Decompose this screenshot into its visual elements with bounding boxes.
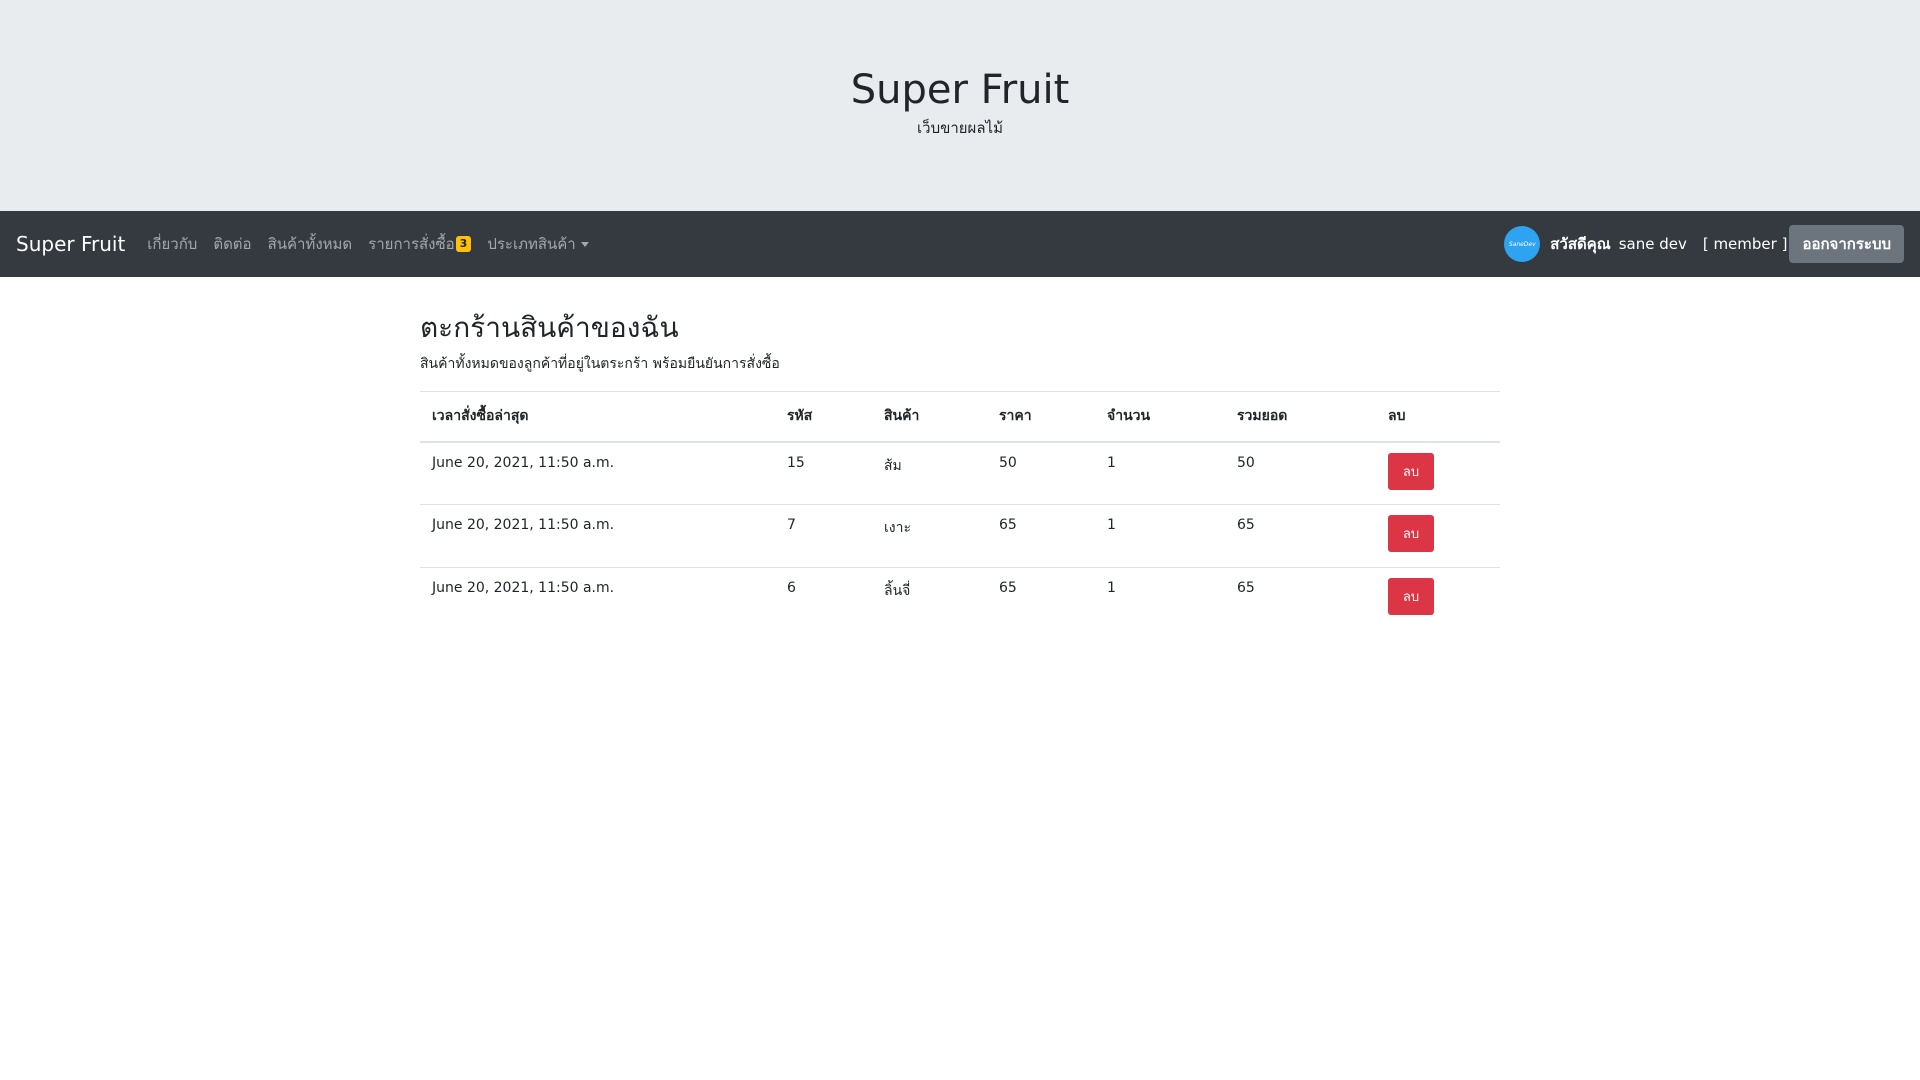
user-name: sane dev — [1618, 235, 1687, 253]
cell-delete: ลบ — [1376, 442, 1500, 505]
column-header-time: เวลาสั่งซื้อล่าสุด — [420, 391, 775, 443]
table-row: June 20, 2021, 11:50 a.m. 15 ส้ม 50 1 50… — [420, 442, 1500, 505]
caret-down-icon — [580, 241, 589, 247]
nav-link-orders-label: รายการสั่งซื้อ — [368, 235, 455, 253]
nav-link-all-products[interactable]: สินค้าทั้งหมด — [268, 232, 353, 256]
cell-total: 65 — [1225, 567, 1376, 631]
cell-time: June 20, 2021, 11:50 a.m. — [420, 504, 775, 568]
nav-dropdown-categories-label: ประเภทสินค้า — [487, 235, 576, 253]
column-header-qty: จำนวน — [1095, 391, 1225, 443]
cell-time: June 20, 2021, 11:50 a.m. — [432, 454, 615, 471]
cell-qty: 1 — [1095, 567, 1225, 631]
avatar[interactable]: SaneDev — [1504, 226, 1541, 262]
cell-delete: ลบ — [1376, 504, 1500, 568]
cell-code: 6 — [775, 567, 872, 631]
cell-product: ส้ม — [884, 457, 902, 474]
nav-link-about[interactable]: เกี่ยวกับ — [147, 232, 197, 256]
cell-code: 7 — [775, 504, 872, 568]
cell-price: 65 — [987, 567, 1095, 631]
site-header: Super Fruit เว็บขายผลไม้ — [0, 0, 1920, 211]
cart-section: ตะกร้านสินค้าของฉัน สินค้าทั้งหมดของลูกค… — [420, 308, 1500, 631]
nav-link-contact[interactable]: ติดต่อ — [213, 232, 251, 256]
column-header-delete: ลบ — [1376, 391, 1500, 443]
column-header-total: รวมยอด — [1225, 391, 1376, 443]
delete-button[interactable]: ลบ — [1388, 515, 1434, 552]
cell-qty: 1 — [1095, 504, 1225, 568]
cell-qty: 1 — [1107, 454, 1116, 471]
navbar-brand[interactable]: Super Fruit — [16, 232, 125, 256]
table-header-row: เวลาสั่งซื้อล่าสุด รหัส สินค้า ราคา จำนว… — [420, 391, 1500, 443]
cell-code: 15 — [787, 454, 805, 471]
cell-product: เงาะ — [872, 504, 987, 568]
page-description: สินค้าทั้งหมดของลูกค้าที่อยู่ในตระกร้า พ… — [420, 356, 780, 372]
navbar: Super Fruit เกี่ยวกับ ติดต่อ สินค้าทั้งห… — [0, 211, 1920, 277]
cell-total: 50 — [1237, 454, 1255, 471]
column-header-product: สินค้า — [872, 391, 987, 443]
nav-dropdown-categories[interactable]: ประเภทสินค้า — [487, 232, 589, 256]
cell-product: ลิ้นจี่ — [872, 567, 987, 631]
nav-link-orders[interactable]: รายการสั่งซื้อ 3 — [368, 232, 472, 256]
page-title: ตะกร้านสินค้าของฉัน — [420, 311, 679, 344]
orders-count-badge: 3 — [455, 236, 472, 252]
cell-price: 50 — [999, 454, 1017, 471]
cell-total: 65 — [1225, 504, 1376, 568]
column-header-price: ราคา — [987, 391, 1095, 443]
cart-table: เวลาสั่งซื้อล่าสุด รหัส สินค้า ราคา จำนว… — [420, 391, 1500, 631]
user-greeting: สวัสดีคุณ — [1550, 235, 1611, 253]
site-title: Super Fruit — [850, 67, 1070, 113]
table-row: June 20, 2021, 11:50 a.m. 6 ลิ้นจี่ 65 1… — [420, 567, 1500, 631]
avatar-text: SaneDev — [1508, 240, 1536, 248]
column-header-code: รหัส — [775, 391, 872, 443]
cell-price: 65 — [987, 504, 1095, 568]
table-row: June 20, 2021, 11:50 a.m. 7 เงาะ 65 1 65… — [420, 504, 1500, 568]
logout-button[interactable]: ออกจากระบบ — [1789, 225, 1904, 263]
site-subtitle: เว็บขายผลไม้ — [917, 119, 1003, 137]
cell-time: June 20, 2021, 11:50 a.m. — [420, 567, 775, 631]
user-role: [ member ] — [1702, 235, 1788, 253]
delete-button[interactable]: ลบ — [1388, 578, 1434, 615]
delete-button[interactable]: ลบ — [1388, 452, 1434, 490]
user-area: SaneDev สวัสดีคุณ sane dev [ member ] ออ… — [1504, 211, 1904, 277]
cell-delete: ลบ — [1376, 567, 1500, 631]
